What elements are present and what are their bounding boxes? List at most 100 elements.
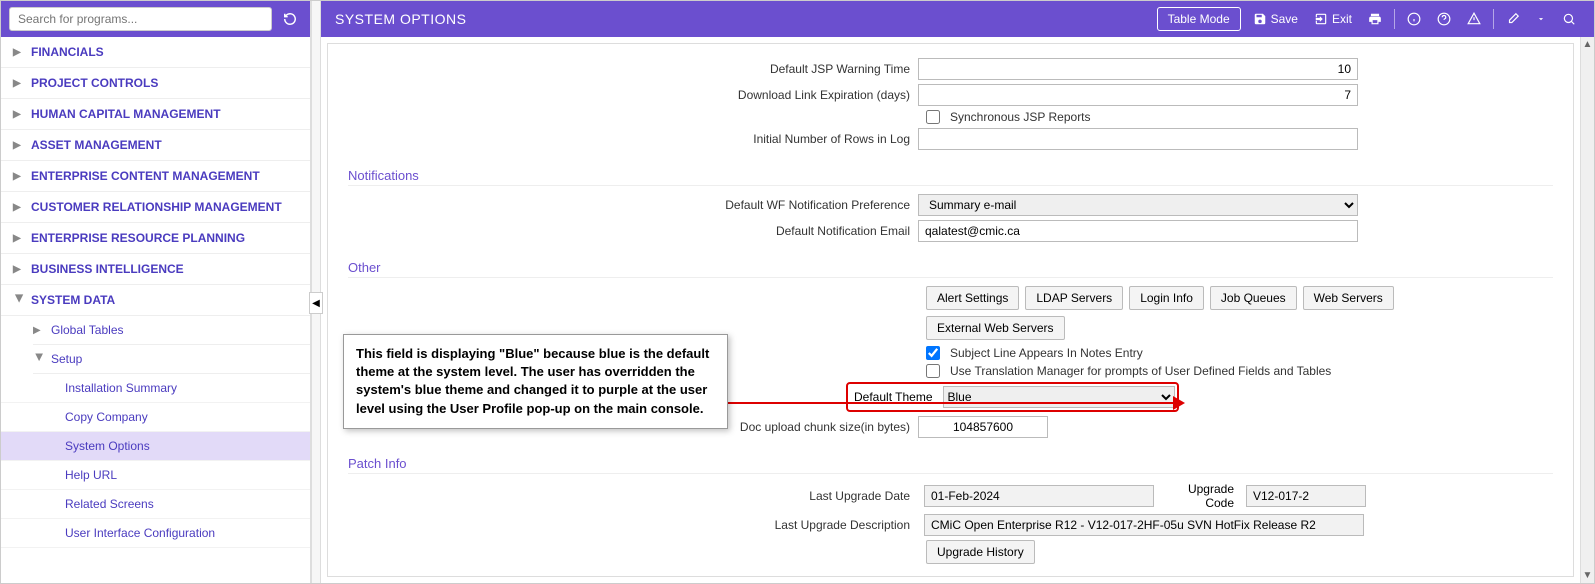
nav-bi[interactable]: ▶ BUSINESS INTELLIGENCE bbox=[1, 254, 310, 285]
sync-jsp-checkbox[interactable] bbox=[926, 110, 940, 124]
nav-label: Global Tables bbox=[51, 323, 124, 337]
external-web-servers-button[interactable]: External Web Servers bbox=[926, 316, 1065, 340]
chunk-input[interactable] bbox=[918, 416, 1048, 438]
vertical-scrollbar[interactable]: ▲ ▼ bbox=[1580, 37, 1594, 583]
patch-info-heading: Patch Info bbox=[348, 456, 1553, 474]
chevron-right-icon: ▶ bbox=[13, 202, 25, 213]
form-area: Default JSP Warning Time Download Link E… bbox=[327, 43, 1574, 577]
nav-related-screens[interactable]: Related Screens bbox=[1, 490, 310, 519]
wf-pref-select[interactable]: Summary e-mail bbox=[918, 194, 1358, 216]
scroll-up-icon[interactable]: ▲ bbox=[1581, 39, 1594, 50]
help-button[interactable] bbox=[1433, 7, 1455, 31]
sync-jsp-label: Synchronous JSP Reports bbox=[950, 110, 1091, 124]
chevron-down-icon: ▶ bbox=[14, 294, 25, 306]
translation-checkbox[interactable] bbox=[926, 364, 940, 378]
chevron-down-icon bbox=[1536, 14, 1546, 24]
edit-button[interactable] bbox=[1502, 7, 1524, 31]
refresh-icon bbox=[283, 12, 297, 26]
nav-label: BUSINESS INTELLIGENCE bbox=[31, 262, 184, 276]
chevron-right-icon: ▶ bbox=[13, 78, 25, 89]
scroll-down-icon[interactable]: ▼ bbox=[1581, 570, 1594, 581]
upgrade-history-button[interactable]: Upgrade History bbox=[926, 540, 1035, 564]
search-top-button[interactable] bbox=[1558, 7, 1580, 31]
splitter-handle[interactable]: ◀ bbox=[309, 292, 323, 314]
annotation-arrow-head bbox=[1173, 396, 1185, 410]
annotation-callout: This field is displaying "Blue" because … bbox=[343, 334, 728, 429]
nav-label: CUSTOMER RELATIONSHIP MANAGEMENT bbox=[31, 200, 282, 214]
chevron-right-icon: ▶ bbox=[13, 171, 25, 182]
save-button[interactable]: Save bbox=[1249, 7, 1302, 31]
nav-copy-company[interactable]: Copy Company bbox=[1, 403, 310, 432]
exit-button[interactable]: Exit bbox=[1310, 7, 1356, 31]
default-theme-highlight: Default Theme Blue bbox=[846, 382, 1179, 412]
nav-help-url[interactable]: Help URL bbox=[1, 461, 310, 490]
upgrade-desc-label: Last Upgrade Description bbox=[348, 518, 918, 532]
search-row bbox=[1, 1, 310, 37]
nav-installation-summary[interactable]: Installation Summary bbox=[1, 374, 310, 403]
nav-global-tables[interactable]: ▶Global Tables bbox=[33, 316, 310, 345]
sidebar-splitter[interactable]: ◀ bbox=[311, 1, 321, 583]
nav-asset-mgmt[interactable]: ▶ ASSET MANAGEMENT bbox=[1, 130, 310, 161]
chevron-down-icon: ▶ bbox=[34, 353, 45, 365]
annotation-arrow bbox=[728, 402, 1178, 404]
nav-label: ENTERPRISE CONTENT MANAGEMENT bbox=[31, 169, 260, 183]
exit-icon bbox=[1314, 12, 1328, 26]
refresh-button[interactable] bbox=[278, 7, 302, 31]
notifications-heading: Notifications bbox=[348, 168, 1553, 186]
initial-rows-input[interactable] bbox=[918, 128, 1358, 150]
search-input[interactable] bbox=[9, 7, 272, 31]
nav-ecm[interactable]: ▶ ENTERPRISE CONTENT MANAGEMENT bbox=[1, 161, 310, 192]
translation-label: Use Translation Manager for prompts of U… bbox=[950, 364, 1331, 378]
top-bar: SYSTEM OPTIONS Table Mode Save Exit bbox=[321, 1, 1594, 37]
nav-project-controls[interactable]: ▶ PROJECT CONTROLS bbox=[1, 68, 310, 99]
alert-button[interactable] bbox=[1463, 7, 1485, 31]
wf-pref-label: Default WF Notification Preference bbox=[348, 198, 918, 212]
web-servers-button[interactable]: Web Servers bbox=[1303, 286, 1394, 310]
ldap-servers-button[interactable]: LDAP Servers bbox=[1025, 286, 1123, 310]
alert-settings-button[interactable]: Alert Settings bbox=[926, 286, 1019, 310]
upgrade-date-label: Last Upgrade Date bbox=[348, 489, 918, 503]
nav-label: ASSET MANAGEMENT bbox=[31, 138, 162, 152]
dropdown-button[interactable] bbox=[1532, 7, 1550, 31]
print-button[interactable] bbox=[1364, 7, 1386, 31]
upgrade-code-input bbox=[1246, 485, 1366, 507]
top-actions: Table Mode Save Exit bbox=[1157, 7, 1580, 31]
search-icon bbox=[1562, 12, 1576, 26]
nav-tree: ▶FINANCIALS ▶PROJECT CONTROLS ▶HUMAN CAP… bbox=[1, 37, 310, 583]
download-exp-input[interactable] bbox=[918, 84, 1358, 106]
help-icon bbox=[1437, 12, 1451, 26]
nav-financials[interactable]: ▶ FINANCIALS bbox=[1, 37, 310, 68]
nav-setup[interactable]: ▶Setup bbox=[33, 345, 310, 374]
main-panel: SYSTEM OPTIONS Table Mode Save Exit bbox=[321, 1, 1594, 583]
jsp-warning-input[interactable] bbox=[918, 58, 1358, 80]
table-mode-button[interactable]: Table Mode bbox=[1157, 7, 1241, 31]
job-queues-button[interactable]: Job Queues bbox=[1210, 286, 1297, 310]
nav-hcm[interactable]: ▶HUMAN CAPITAL MANAGEMENT bbox=[1, 99, 310, 130]
exit-label: Exit bbox=[1332, 12, 1352, 26]
nav-crm[interactable]: ▶ CUSTOMER RELATIONSHIP MANAGEMENT bbox=[1, 192, 310, 223]
upgrade-desc-input bbox=[924, 514, 1364, 536]
sidebar: ▶FINANCIALS ▶PROJECT CONTROLS ▶HUMAN CAP… bbox=[1, 1, 311, 583]
nav-label: PROJECT CONTROLS bbox=[31, 76, 158, 90]
upgrade-date-input bbox=[924, 485, 1154, 507]
notif-email-input[interactable] bbox=[918, 220, 1358, 242]
chevron-right-icon: ▶ bbox=[13, 264, 25, 275]
nav-label: SYSTEM DATA bbox=[31, 293, 115, 307]
divider bbox=[1394, 9, 1395, 29]
other-heading: Other bbox=[348, 260, 1553, 278]
login-info-button[interactable]: Login Info bbox=[1129, 286, 1204, 310]
chevron-right-icon: ▶ bbox=[13, 140, 25, 151]
nav-erp[interactable]: ▶ENTERPRISE RESOURCE PLANNING bbox=[1, 223, 310, 254]
chevron-right-icon: ▶ bbox=[13, 233, 25, 244]
nav-label: HUMAN CAPITAL MANAGEMENT bbox=[31, 107, 221, 121]
nav-ui-config[interactable]: User Interface Configuration bbox=[1, 519, 310, 548]
subject-line-checkbox[interactable] bbox=[926, 346, 940, 360]
chevron-right-icon: ▶ bbox=[13, 47, 25, 58]
notif-email-label: Default Notification Email bbox=[348, 224, 918, 238]
info-button[interactable] bbox=[1403, 7, 1425, 31]
nav-system-options[interactable]: System Options bbox=[1, 432, 310, 461]
alert-icon bbox=[1467, 12, 1481, 26]
nav-label: FINANCIALS bbox=[31, 45, 104, 59]
nav-system-data[interactable]: ▶ SYSTEM DATA bbox=[1, 285, 310, 316]
default-theme-select[interactable]: Blue bbox=[943, 386, 1175, 408]
